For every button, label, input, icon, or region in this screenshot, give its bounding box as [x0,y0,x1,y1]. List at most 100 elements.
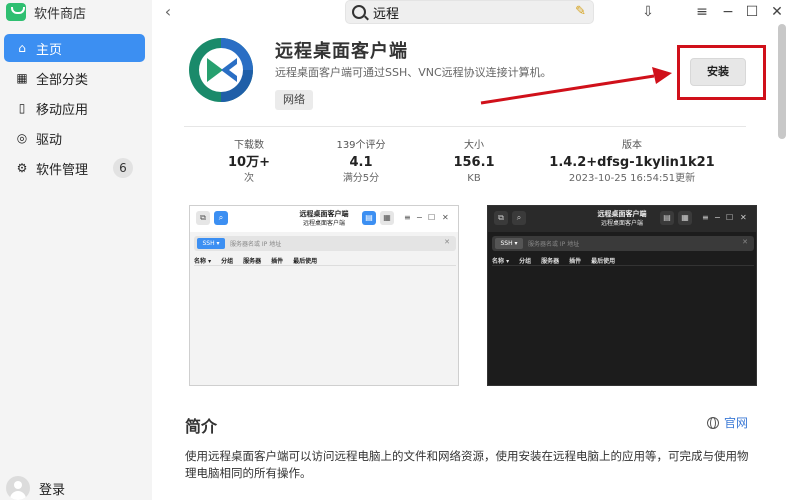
app-description: 远程桌面客户端可通过SSH、VNC远程协议连接计算机。 [275,66,552,79]
intro-heading: 简介 [185,417,218,436]
category-tag[interactable]: 网络 [275,90,313,110]
sidebar-item-label: 全部分类 [36,72,89,88]
stat-rating: 139个评分 4.1 满分5分 [296,139,426,186]
stat-version: 版本 1.4.2+dfsg-1kylin1k21 2023-10-25 16:5… [542,139,722,186]
screenshot-dark[interactable]: ⧉ ⌕ 远程桌面客户端 远程桌面客户端 ▤ ▦ ≡ − ☐ ✕ SSH ▾ 服务… [487,205,757,386]
grid-icon: ▦ [16,71,28,85]
column-header: 分组 [519,258,532,265]
screenshot-title: 远程桌面客户端 远程桌面客户端 [572,210,672,228]
maximize-icon: ☐ [726,213,734,222]
stat-unit: KB [467,173,481,184]
screenshot-title-text: 远程桌面客户端 [299,210,349,218]
stat-value: 156.1 [453,155,495,170]
search-input[interactable] [373,4,563,20]
search-icon: ⌕ [214,211,228,225]
search-placeholder: 服务器名或 IP 地址 [528,241,580,248]
minimize-icon: − [722,4,734,20]
update-count-badge: 6 [113,158,133,178]
column-header: 插件 [271,258,284,265]
screenshot-title: 远程桌面客户端 远程桌面客户端 [274,210,374,228]
copy-icon: ⧉ [494,211,508,225]
screenshot-titlebar: ⧉ ⌕ 远程桌面客户端 远程桌面客户端 ▤ ▦ ≡ − ☐ ✕ [488,206,756,232]
sidebar-nav: ⌂ 主页 ▦ 全部分类 ▯ 移动应用 ◎ 驱动 ⚙ 软件管理 6 [4,34,145,184]
close-icon: ✕ [444,238,450,246]
screenshot-search: SSH ▾ 服务器名或 IP 地址 ✕ [194,236,456,251]
sidebar: 软件商店 ⌂ 主页 ▦ 全部分类 ▯ 移动应用 ◎ 驱动 ⚙ 软件管理 6 登录 [0,0,152,500]
grid-view-icon: ▦ [678,211,692,225]
maximize-icon: ☐ [428,213,436,222]
menu-icon: ≡ [404,213,411,222]
phone-icon: ▯ [18,101,26,115]
minimize-icon: − [714,213,721,222]
screenshot-subtitle: 远程桌面客户端 [302,220,345,227]
scrollbar[interactable] [778,24,786,139]
maximize-icon: ☐ [745,4,759,20]
official-website-link[interactable]: 官网 [707,414,748,431]
search-icon: ⌕ [512,211,526,225]
stat-value: 4.1 [349,155,373,170]
sidebar-item-mobile-apps[interactable]: ▯ 移动应用 [4,94,145,122]
column-header: 最后使用 [591,258,616,265]
brand: 软件商店 [6,2,86,22]
sidebar-item-label: 驱动 [36,132,63,148]
screenshot-light[interactable]: ⧉ ⌕ 远程桌面客户端 远程桌面客户端 ▤ ▦ ≡ − ☐ ✕ SSH ▾ 服务… [189,205,459,386]
protocol-select: SSH ▾ [197,238,225,249]
stat-label: 版本 [622,140,642,151]
maximize-button[interactable]: ☐ [742,2,762,22]
column-header: 服务器 [541,258,560,265]
stat-value: 1.4.2+dfsg-1kylin1k21 [549,155,715,170]
sidebar-item-software-management[interactable]: ⚙ 软件管理 6 [4,154,145,182]
close-icon: ✕ [771,4,783,20]
stat-value: 10万+ [228,155,270,170]
divider [184,126,746,127]
driver-icon: ◎ [16,131,28,145]
sidebar-item-home[interactable]: ⌂ 主页 [4,34,145,62]
download-button[interactable]: ⇩ [638,2,658,22]
sidebar-item-all-categories[interactable]: ▦ 全部分类 [4,64,145,92]
home-icon: ⌂ [18,41,26,55]
close-icon: ✕ [442,213,449,222]
chevron-left-icon: ‹ [164,2,172,21]
screenshot-columns: 名称 ▾ 分组 服务器 插件 最后使用 [492,256,754,266]
minimize-button[interactable]: − [718,2,738,22]
clear-broom-icon[interactable]: ✎ [575,4,586,19]
sidebar-item-label: 主页 [36,42,63,58]
sidebar-item-label: 软件管理 [36,162,89,178]
column-header: 插件 [569,258,582,265]
back-button[interactable]: ‹ [160,2,176,22]
stat-unit: 2023-10-25 16:54:51更新 [568,173,696,184]
list-view-icon: ▤ [362,211,376,225]
copy-icon: ⧉ [196,211,210,225]
app-title: 软件商店 [34,6,87,22]
close-button[interactable]: ✕ [767,2,787,22]
download-icon: ⇩ [642,4,654,20]
grid-view-icon: ▦ [380,211,394,225]
globe-icon [707,416,719,429]
annotation-highlight-box [677,45,766,100]
screenshot-subtitle: 远程桌面客户端 [600,220,643,227]
menu-icon: ≡ [696,4,708,20]
stat-unit: 次 [244,173,254,184]
sidebar-item-label: 移动应用 [36,102,89,118]
menu-button[interactable]: ≡ [692,2,712,22]
list-view-icon: ▤ [660,211,674,225]
stat-label: 139个评分 [336,140,386,151]
menu-icon: ≡ [702,213,709,222]
sidebar-item-drivers[interactable]: ◎ 驱动 [4,124,145,152]
app-name: 远程桌面客户端 [275,41,408,62]
remote-desktop-app-icon [189,38,253,102]
search-icon [352,5,366,19]
close-icon: ✕ [742,238,748,246]
stat-unit: 满分5分 [342,173,380,184]
stat-downloads: 下载数 10万+ 次 [184,139,314,186]
user-avatar-icon [6,476,30,500]
column-header: 最后使用 [293,258,318,265]
search-bar[interactable]: ✎ [345,0,594,24]
minimize-icon: − [416,213,423,222]
protocol-select: SSH ▾ [495,238,523,249]
login-button[interactable]: 登录 [6,476,65,500]
stat-size: 大小 156.1 KB [409,139,539,186]
software-store-logo-icon [6,3,26,21]
stat-label: 大小 [464,140,484,151]
close-icon: ✕ [740,213,747,222]
